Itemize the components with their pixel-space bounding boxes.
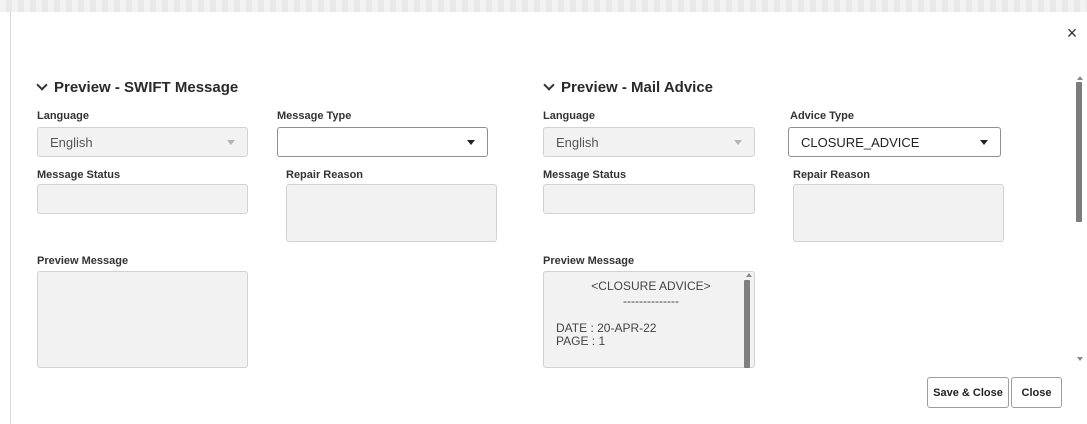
swift-message-status-label: Message Status bbox=[37, 169, 121, 181]
mail-language-label: Language bbox=[543, 110, 595, 122]
preview-rule: -------------- bbox=[623, 294, 679, 308]
swift-language-label: Language bbox=[37, 110, 89, 122]
swift-repair-reason-field bbox=[286, 184, 497, 242]
dialog-left-border bbox=[10, 12, 11, 424]
swift-language-select: English bbox=[37, 127, 248, 157]
chevron-down-icon[interactable] bbox=[467, 139, 475, 145]
advice-type-select[interactable]: CLOSURE_ADVICE bbox=[788, 127, 1001, 157]
swift-preview-message-area bbox=[37, 271, 248, 368]
section-title-swift: Preview - SWIFT Message bbox=[54, 79, 239, 96]
section-title-mail-advice: Preview - Mail Advice bbox=[561, 79, 714, 96]
message-type-label: Message Type bbox=[277, 110, 352, 122]
preview-heading: <CLOSURE ADVICE> bbox=[591, 279, 711, 293]
preview-scrollbar-thumb[interactable] bbox=[744, 280, 750, 368]
page-scroll-up-arrow[interactable] bbox=[1077, 76, 1083, 80]
chevron-down-icon bbox=[227, 139, 235, 145]
mail-language-select: English bbox=[543, 127, 755, 157]
mail-preview-message-area[interactable]: <CLOSURE ADVICE> -------------- DATE : 2… bbox=[543, 271, 755, 368]
message-type-select[interactable] bbox=[277, 127, 488, 157]
chevron-down-icon bbox=[734, 139, 742, 145]
mail-language-value: English bbox=[556, 134, 599, 150]
swift-message-status-field bbox=[37, 184, 248, 214]
swift-repair-reason-label: Repair Reason bbox=[286, 169, 364, 181]
mail-message-status-label: Message Status bbox=[543, 169, 627, 181]
section-header-mail-advice[interactable]: Preview - Mail Advice bbox=[543, 79, 714, 96]
background-strip bbox=[0, 0, 1087, 12]
page-scrollbar-thumb[interactable] bbox=[1076, 82, 1082, 222]
mail-message-status-field bbox=[543, 184, 755, 214]
mail-preview-content: <CLOSURE ADVICE> -------------- DATE : 2… bbox=[556, 280, 746, 348]
close-button[interactable]: Close bbox=[1011, 377, 1062, 408]
advice-type-value: CLOSURE_ADVICE bbox=[801, 134, 920, 150]
section-header-swift[interactable]: Preview - SWIFT Message bbox=[36, 79, 239, 96]
advice-type-label: Advice Type bbox=[790, 110, 854, 122]
page-scroll-down-arrow[interactable] bbox=[1077, 357, 1083, 361]
chevron-down-icon bbox=[36, 79, 48, 91]
chevron-down-icon[interactable] bbox=[980, 139, 988, 145]
preview-scroll-up-arrow[interactable] bbox=[746, 273, 752, 277]
swift-language-value: English bbox=[50, 134, 93, 150]
preview-page: PAGE : 1 bbox=[556, 334, 606, 348]
mail-preview-message-label: Preview Message bbox=[543, 255, 635, 267]
swift-preview-message-label: Preview Message bbox=[37, 255, 129, 267]
close-icon[interactable]: × bbox=[1063, 24, 1081, 42]
mail-repair-reason-field bbox=[793, 184, 1004, 242]
chevron-down-icon bbox=[543, 79, 555, 91]
mail-repair-reason-label: Repair Reason bbox=[793, 169, 871, 181]
save-close-button[interactable]: Save & Close bbox=[927, 377, 1009, 408]
